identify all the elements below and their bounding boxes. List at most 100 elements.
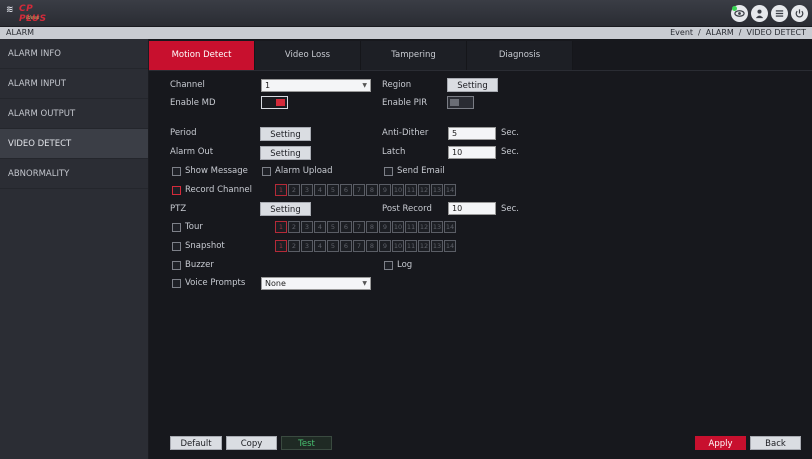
breadcrumb-separator: /: [698, 28, 701, 37]
tab-motion-detect[interactable]: Motion Detect: [149, 41, 255, 70]
channel-box[interactable]: 2: [288, 184, 300, 196]
channel-box[interactable]: 6: [340, 184, 352, 196]
enable-pir-toggle[interactable]: [447, 96, 474, 109]
channel-box[interactable]: 14: [444, 221, 456, 233]
tab-diagnosis[interactable]: Diagnosis: [467, 41, 573, 70]
view-icon[interactable]: [731, 5, 748, 22]
channel-box[interactable]: 7: [353, 240, 365, 252]
user-icon[interactable]: [751, 5, 768, 22]
breadcrumb-event[interactable]: Event: [670, 28, 693, 37]
chevron-down-icon: ▼: [362, 280, 367, 287]
enable-md-toggle[interactable]: [261, 96, 288, 109]
channel-box[interactable]: 12: [418, 184, 430, 196]
channel-box[interactable]: 2: [288, 221, 300, 233]
channel-box[interactable]: 5: [327, 240, 339, 252]
person-icon: [755, 9, 764, 19]
channel-box[interactable]: 1: [275, 184, 287, 196]
channel-box[interactable]: 7: [353, 184, 365, 196]
region-setting-button[interactable]: Setting: [447, 78, 498, 92]
anti-dither-label: Anti-Dither: [382, 128, 429, 138]
top-icons: [731, 5, 808, 22]
alarm-out-label: Alarm Out: [170, 147, 214, 157]
channel-box[interactable]: 5: [327, 221, 339, 233]
channel-box[interactable]: 8: [366, 221, 378, 233]
channel-box[interactable]: 10: [392, 184, 404, 196]
channel-select[interactable]: 1 ▼: [261, 79, 371, 92]
channel-box[interactable]: 9: [379, 240, 391, 252]
power-icon[interactable]: [791, 5, 808, 22]
breadcrumb-alarm[interactable]: ALARM: [706, 28, 734, 37]
record-channel-grid: 1 2 3 4 5 6 7 8 9 10 11 12 13 14: [275, 184, 456, 196]
snapshot-channel-grid: 1 2 3 4 5 6 7 8 9 10 11 12 13 14: [275, 240, 456, 252]
channel-box[interactable]: 14: [444, 184, 456, 196]
show-message-checkbox[interactable]: Show Message: [172, 166, 248, 176]
channel-box[interactable]: 4: [314, 221, 326, 233]
channel-box[interactable]: 3: [301, 184, 313, 196]
test-button[interactable]: Test: [281, 436, 332, 450]
log-checkbox[interactable]: Log: [384, 260, 412, 270]
top-bar: ≋ CP PLUS Ideas: [0, 0, 812, 27]
channel-box[interactable]: 6: [340, 221, 352, 233]
channel-box[interactable]: 2: [288, 240, 300, 252]
checkbox-box: [172, 185, 181, 195]
channel-box[interactable]: 9: [379, 221, 391, 233]
sidebar-item-alarm-output[interactable]: ALARM OUTPUT: [0, 99, 148, 129]
status-dot-icon: [732, 6, 737, 11]
snapshot-checkbox[interactable]: Snapshot: [172, 241, 225, 251]
sidebar-item-video-detect[interactable]: VIDEO DETECT: [0, 129, 148, 159]
channel-box[interactable]: 12: [418, 240, 430, 252]
sidebar-item-alarm-input[interactable]: ALARM INPUT: [0, 69, 148, 99]
channel-box[interactable]: 13: [431, 240, 443, 252]
apply-button[interactable]: Apply: [695, 436, 746, 450]
latch-input[interactable]: 10: [448, 146, 496, 159]
channel-box[interactable]: 10: [392, 221, 404, 233]
channel-box[interactable]: 7: [353, 221, 365, 233]
breadcrumb-separator: /: [738, 28, 742, 37]
breadcrumb: Event / ALARM / VIDEO DETECT: [670, 28, 806, 37]
channel-box[interactable]: 3: [301, 221, 313, 233]
channel-box[interactable]: 8: [366, 184, 378, 196]
channel-box[interactable]: 1: [275, 221, 287, 233]
channel-box[interactable]: 13: [431, 221, 443, 233]
post-record-input[interactable]: 10: [448, 202, 496, 215]
menu-icon[interactable]: [771, 5, 788, 22]
logo-brand: CP PLUS: [19, 4, 47, 24]
period-label: Period: [170, 128, 197, 138]
channel-box[interactable]: 4: [314, 184, 326, 196]
voice-prompts-checkbox[interactable]: Voice Prompts: [172, 278, 245, 288]
channel-box[interactable]: 12: [418, 221, 430, 233]
channel-box[interactable]: 3: [301, 240, 313, 252]
alarm-out-setting-button[interactable]: Setting: [260, 146, 311, 160]
channel-box[interactable]: 10: [392, 240, 404, 252]
channel-box[interactable]: 4: [314, 240, 326, 252]
default-button[interactable]: Default: [170, 436, 222, 450]
channel-box[interactable]: 11: [405, 184, 417, 196]
voice-prompts-select[interactable]: None ▼: [261, 277, 371, 290]
checkbox-box: [172, 260, 181, 270]
ptz-setting-button[interactable]: Setting: [260, 202, 311, 216]
tour-checkbox[interactable]: Tour: [172, 222, 203, 232]
record-channel-checkbox[interactable]: Record Channel: [172, 185, 252, 195]
buzzer-checkbox[interactable]: Buzzer: [172, 260, 214, 270]
sidebar-item-abnormality[interactable]: ABNORMALITY: [0, 159, 148, 189]
tab-video-loss[interactable]: Video Loss: [255, 41, 361, 70]
copy-button[interactable]: Copy: [226, 436, 277, 450]
channel-box[interactable]: 5: [327, 184, 339, 196]
channel-box[interactable]: 11: [405, 221, 417, 233]
period-setting-button[interactable]: Setting: [260, 127, 311, 141]
back-button[interactable]: Back: [750, 436, 801, 450]
channel-box[interactable]: 8: [366, 240, 378, 252]
channel-box[interactable]: 9: [379, 184, 391, 196]
anti-dither-input[interactable]: 5: [448, 127, 496, 140]
sidebar-item-alarm-info[interactable]: ALARM INFO: [0, 39, 148, 69]
tab-tampering[interactable]: Tampering: [361, 41, 467, 70]
alarm-upload-checkbox[interactable]: Alarm Upload: [262, 166, 333, 176]
channel-box[interactable]: 14: [444, 240, 456, 252]
main-panel: Motion Detect Video Loss Tampering Diagn…: [149, 39, 812, 459]
channel-box[interactable]: 6: [340, 240, 352, 252]
channel-box[interactable]: 1: [275, 240, 287, 252]
send-email-checkbox[interactable]: Send Email: [384, 166, 445, 176]
toggle-knob: [276, 99, 285, 106]
channel-box[interactable]: 11: [405, 240, 417, 252]
channel-box[interactable]: 13: [431, 184, 443, 196]
